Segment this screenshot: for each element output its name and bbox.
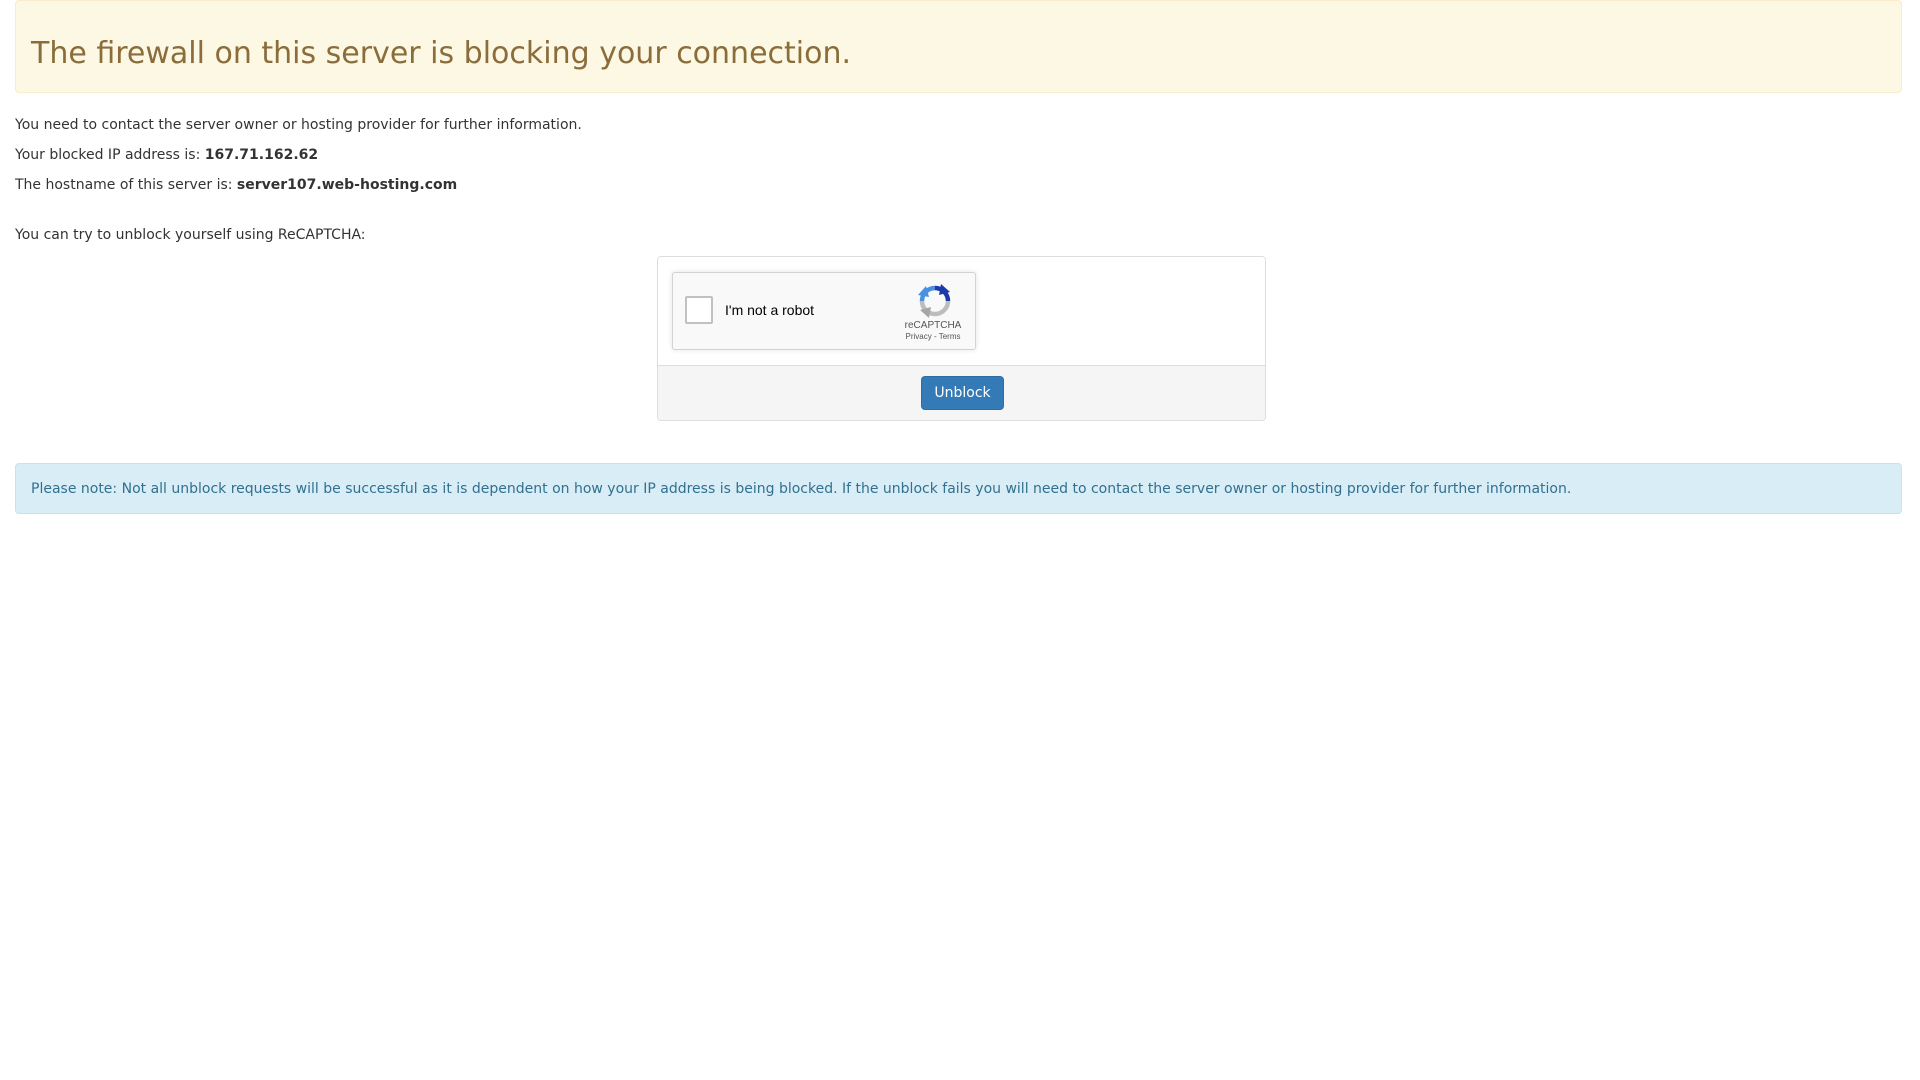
recaptcha-checkbox[interactable] [685, 296, 713, 324]
page-title: The firewall on this server is blocking … [31, 36, 852, 71]
hostname-label: The hostname of this server is: [15, 177, 237, 193]
recaptcha-links-separator: - [931, 332, 939, 341]
blocked-ip-label: Your blocked IP address is: [15, 147, 205, 163]
unblock-button[interactable]: Unblock [921, 376, 1004, 410]
blocked-ip-line: Your blocked IP address is: 167.71.162.6… [15, 145, 318, 165]
blocked-ip-value: 167.71.162.62 [204, 147, 319, 163]
recaptcha-logo-icon [918, 284, 951, 318]
contact-message: You need to contact the server owner or … [15, 117, 582, 133]
unblock-note-alert: Please note: Not all unblock requests wi… [15, 463, 1902, 514]
recaptcha-prompt: You can try to unblock yourself using Re… [15, 227, 366, 243]
recaptcha-widget: I'm not a robot reCAPTCHA Privacy - Term… [672, 272, 976, 350]
recaptcha-links: Privacy - Terms [893, 332, 973, 342]
recaptcha-label: I'm not a robot [725, 302, 815, 318]
recaptcha-brand-label: reCAPTCHA [904, 320, 962, 331]
recaptcha-panel-body: I'm not a robot reCAPTCHA Privacy - Term… [658, 257, 1265, 365]
firewall-warning-alert: The firewall on this server is blocking … [15, 0, 1902, 93]
recaptcha-unblock-panel: I'm not a robot reCAPTCHA Privacy - Term… [657, 256, 1266, 421]
hostname-value: server107.web-hosting.com [236, 177, 458, 193]
hostname-line: The hostname of this server is: server10… [15, 175, 457, 195]
recaptcha-panel-footer: Unblock [658, 365, 1265, 420]
recaptcha-privacy-link[interactable]: Privacy [906, 332, 932, 341]
unblock-note-text: Please note: Not all unblock requests wi… [31, 481, 1572, 497]
recaptcha-terms-link[interactable]: Terms [939, 332, 961, 341]
